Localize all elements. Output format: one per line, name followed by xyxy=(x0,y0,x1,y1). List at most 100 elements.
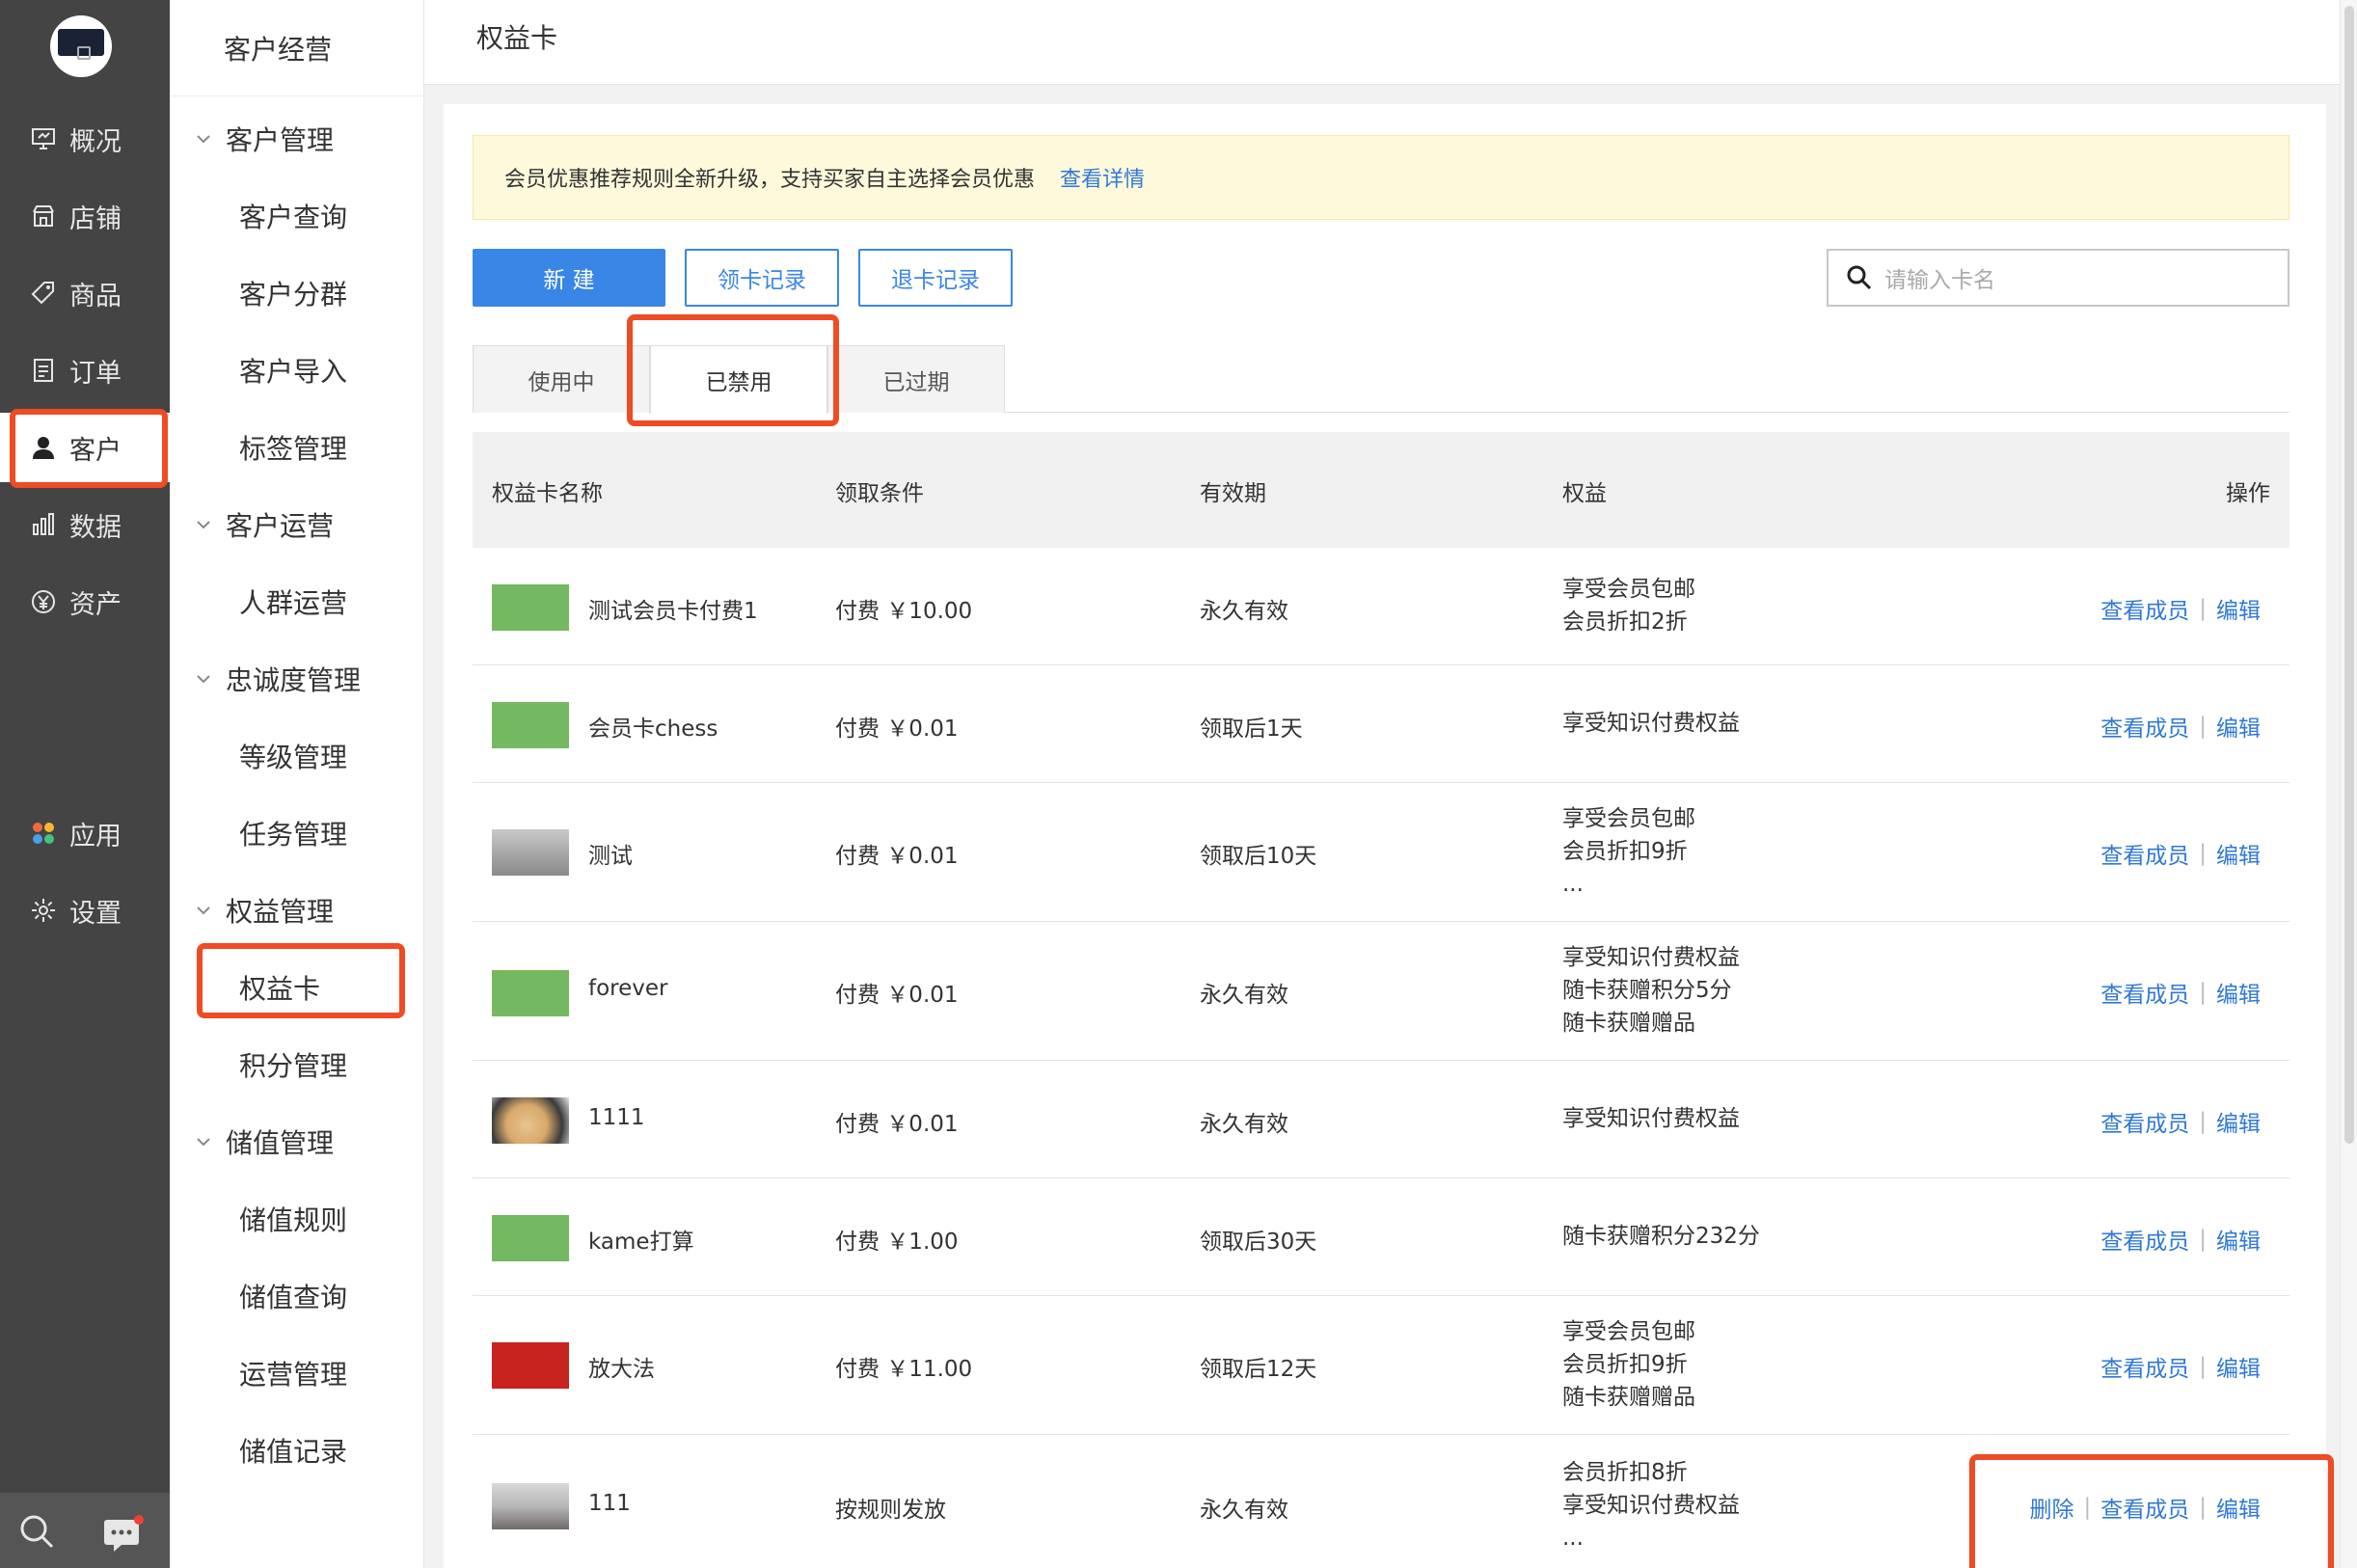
card-validity: 永久有效 xyxy=(1200,1112,1288,1137)
sidebar-item-task-management[interactable]: 任务管理 xyxy=(239,814,347,852)
sidebar-item-points-management[interactable]: 积分管理 xyxy=(239,1045,347,1084)
card-condition: 按规则发放 xyxy=(835,1498,946,1523)
search-icon[interactable] xyxy=(17,1512,56,1554)
monitor-icon xyxy=(29,124,58,153)
card-condition: 付费 ￥0.01 xyxy=(835,844,959,869)
group-customer-management[interactable]: 客户管理 xyxy=(195,120,334,158)
card-name: 会员卡chess xyxy=(588,716,718,742)
row-actions: 查看成员 | 编辑 xyxy=(2100,976,2261,1009)
row-actions: 查看成员 | 编辑 xyxy=(2100,592,2261,625)
separator: | xyxy=(2199,1495,2207,1520)
nav-item-settings[interactable]: 设置 xyxy=(0,876,170,945)
card-rights: 享受会员包邮 会员折扣2折 xyxy=(1562,573,1695,638)
message-icon[interactable] xyxy=(102,1514,145,1556)
primary-sidebar: 概况 店铺 商品 订单 客户 数据 资产 应用 设置 xyxy=(0,0,170,1568)
claim-records-button[interactable]: 领卡记录 xyxy=(685,249,839,307)
card-search-input[interactable]: 请输入卡名 xyxy=(1827,249,2289,307)
delete-link[interactable]: 删除 xyxy=(2030,1491,2074,1524)
scrollbar-thumb[interactable] xyxy=(2344,6,2354,1144)
nav-item-orders[interactable]: 订单 xyxy=(0,336,170,405)
page-scrollbar[interactable] xyxy=(2340,0,2357,1568)
edit-link[interactable]: 编辑 xyxy=(2216,1223,2261,1256)
notice-banner: 会员优惠推荐规则全新升级，支持买家自主选择会员优惠 查看详情 xyxy=(473,135,2289,220)
rights-line: 享受知识付费权益 xyxy=(1562,711,1740,736)
row-actions: 查看成员 | 编辑 xyxy=(2100,710,2261,743)
return-records-button[interactable]: 退卡记录 xyxy=(858,249,1013,307)
card-rights: 享受会员包邮 会员折扣9折 ... xyxy=(1562,802,1695,901)
sidebar-item-crowd-operations[interactable]: 人群运营 xyxy=(239,582,347,621)
sidebar-item-tag-management[interactable]: 标签管理 xyxy=(239,428,347,467)
edit-link[interactable]: 编辑 xyxy=(2216,837,2261,870)
rights-line: 享受会员包邮 xyxy=(1562,577,1695,602)
separator: | xyxy=(2199,1354,2207,1379)
group-benefits-management[interactable]: 权益管理 xyxy=(195,891,334,930)
card-thumbnail xyxy=(492,1215,569,1261)
sidebar-item-customer-import[interactable]: 客户导入 xyxy=(239,351,347,390)
rights-line: 随卡获赠赠品 xyxy=(1562,1011,1695,1036)
group-customer-operations[interactable]: 客户运营 xyxy=(195,505,334,544)
rights-line: 随卡获赠积分5分 xyxy=(1562,978,1732,1003)
rights-more: ... xyxy=(1562,1526,1584,1551)
tag-icon xyxy=(29,279,58,308)
rights-line: 享受会员包邮 xyxy=(1562,1319,1695,1344)
chevron-down-icon xyxy=(197,906,210,915)
store-logo[interactable] xyxy=(50,15,112,77)
sidebar-item-stored-value-query[interactable]: 储值查询 xyxy=(239,1277,347,1315)
group-loyalty-management[interactable]: 忠诚度管理 xyxy=(195,660,361,698)
nav-item-data[interactable]: 数据 xyxy=(0,490,170,559)
card-condition: 付费 ￥1.00 xyxy=(835,1230,959,1255)
yuan-icon xyxy=(29,587,58,616)
sidebar-item-operations-management[interactable]: 运营管理 xyxy=(239,1354,347,1392)
edit-link[interactable]: 编辑 xyxy=(2216,976,2261,1009)
card-condition: 付费 ￥11.00 xyxy=(835,1357,973,1382)
tab-expired[interactable]: 已过期 xyxy=(827,345,1005,413)
nav-item-label: 店铺 xyxy=(69,203,122,234)
separator: | xyxy=(2199,714,2207,739)
notice-details-link[interactable]: 查看详情 xyxy=(1060,162,1145,193)
sidebar-item-customer-segments[interactable]: 客户分群 xyxy=(239,274,347,312)
sidebar-item-stored-value-rules[interactable]: 储值规则 xyxy=(239,1200,347,1238)
edit-link[interactable]: 编辑 xyxy=(2216,1491,2261,1524)
separator: | xyxy=(2083,1495,2092,1520)
table-row: forever 付费 ￥0.01 永久有效 享受知识付费权益 随卡获赠积分5分 … xyxy=(473,922,2289,1061)
rights-line: 会员折扣9折 xyxy=(1562,1352,1688,1377)
nav-item-assets[interactable]: 资产 xyxy=(0,567,170,636)
table-row: 1111 付费 ￥0.01 永久有效 享受知识付费权益 查看成员 | 编辑 xyxy=(473,1061,2289,1178)
sidebar-item-level-management[interactable]: 等级管理 xyxy=(239,737,347,775)
nav-item-apps[interactable]: 应用 xyxy=(0,798,170,868)
chevron-down-icon xyxy=(197,521,210,529)
view-members-link[interactable]: 查看成员 xyxy=(2100,976,2189,1009)
nav-item-store[interactable]: 店铺 xyxy=(0,181,170,251)
nav-item-overview[interactable]: 概况 xyxy=(0,104,170,174)
rights-line: 享受会员包邮 xyxy=(1562,806,1695,831)
group-stored-value-management[interactable]: 储值管理 xyxy=(195,1122,334,1161)
card-validity: 领取后10天 xyxy=(1200,844,1317,869)
tab-in-use[interactable]: 使用中 xyxy=(473,345,650,413)
sidebar-item-stored-value-records[interactable]: 储值记录 xyxy=(239,1431,347,1470)
edit-link[interactable]: 编辑 xyxy=(2216,1105,2261,1138)
view-members-link[interactable]: 查看成员 xyxy=(2100,1350,2189,1383)
view-members-link[interactable]: 查看成员 xyxy=(2100,837,2189,870)
sidebar-item-customer-query[interactable]: 客户查询 xyxy=(239,197,347,235)
view-members-link[interactable]: 查看成员 xyxy=(2100,1491,2189,1524)
edit-link[interactable]: 编辑 xyxy=(2216,592,2261,625)
card-name: 测试 xyxy=(588,844,633,869)
column-validity: 有效期 xyxy=(1200,481,1266,506)
view-members-link[interactable]: 查看成员 xyxy=(2100,710,2189,743)
nav-item-products[interactable]: 商品 xyxy=(0,258,170,328)
new-card-button[interactable]: 新 建 xyxy=(473,249,665,307)
view-members-link[interactable]: 查看成员 xyxy=(2100,592,2189,625)
sidebar-footer xyxy=(0,1493,170,1568)
edit-link[interactable]: 编辑 xyxy=(2216,710,2261,743)
view-members-link[interactable]: 查看成员 xyxy=(2100,1223,2189,1256)
card-thumbnail xyxy=(492,1097,569,1144)
nav-item-customers[interactable]: 客户 xyxy=(0,413,170,482)
card-rights: 享受知识付费权益 xyxy=(1562,707,1740,740)
card-condition: 付费 ￥0.01 xyxy=(835,983,959,1008)
column-condition: 领取条件 xyxy=(835,481,924,506)
edit-link[interactable]: 编辑 xyxy=(2216,1350,2261,1383)
sidebar-item-benefit-card[interactable]: 权益卡 xyxy=(239,968,320,1007)
card-thumbnail xyxy=(492,584,569,631)
tab-disabled[interactable]: 已禁用 xyxy=(650,345,827,414)
view-members-link[interactable]: 查看成员 xyxy=(2100,1105,2189,1138)
